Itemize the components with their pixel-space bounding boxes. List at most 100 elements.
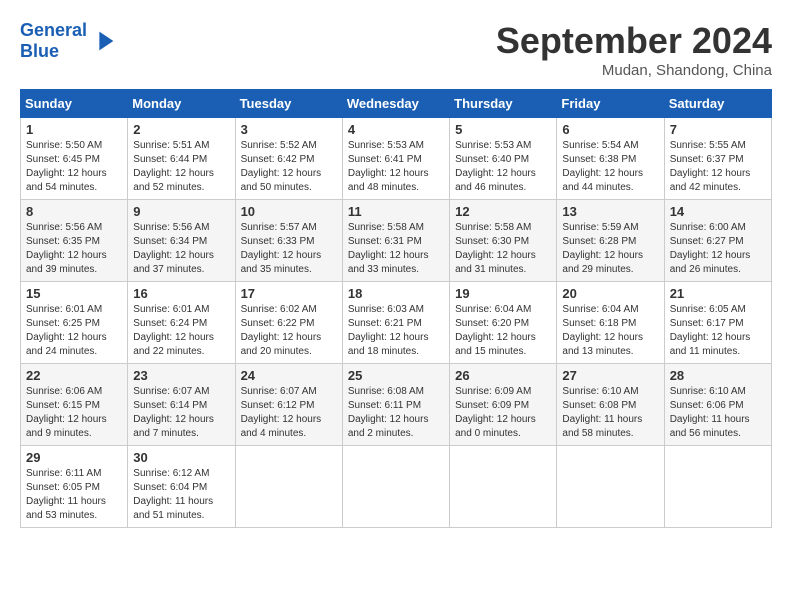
column-header-sunday: Sunday bbox=[21, 90, 128, 118]
day-detail: Sunrise: 6:01 AM Sunset: 6:25 PM Dayligh… bbox=[26, 303, 122, 359]
day-detail: Sunrise: 5:52 AM Sunset: 6:42 PM Dayligh… bbox=[241, 139, 337, 195]
day-detail: Sunrise: 6:06 AM Sunset: 6:15 PM Dayligh… bbox=[26, 385, 122, 441]
calendar-cell: 17 Sunrise: 6:02 AM Sunset: 6:22 PM Dayli… bbox=[235, 282, 342, 364]
calendar-cell: 9 Sunrise: 5:56 AM Sunset: 6:34 PM Daylig… bbox=[128, 200, 235, 282]
calendar-cell: 24 Sunrise: 6:07 AM Sunset: 6:12 PM Dayli… bbox=[235, 364, 342, 446]
calendar-cell: 12 Sunrise: 5:58 AM Sunset: 6:30 PM Dayli… bbox=[450, 200, 557, 282]
day-detail: Sunrise: 5:56 AM Sunset: 6:34 PM Dayligh… bbox=[133, 221, 229, 277]
day-number: 17 bbox=[241, 286, 337, 301]
calendar-cell: 1 Sunrise: 5:50 AM Sunset: 6:45 PM Daylig… bbox=[21, 118, 128, 200]
day-number: 27 bbox=[562, 368, 658, 383]
day-detail: Sunrise: 5:54 AM Sunset: 6:38 PM Dayligh… bbox=[562, 139, 658, 195]
day-detail: Sunrise: 5:58 AM Sunset: 6:30 PM Dayligh… bbox=[455, 221, 551, 277]
day-number: 30 bbox=[133, 450, 229, 465]
day-detail: Sunrise: 6:03 AM Sunset: 6:21 PM Dayligh… bbox=[348, 303, 444, 359]
day-number: 5 bbox=[455, 122, 551, 137]
day-number: 26 bbox=[455, 368, 551, 383]
day-detail: Sunrise: 6:07 AM Sunset: 6:12 PM Dayligh… bbox=[241, 385, 337, 441]
calendar-cell bbox=[235, 446, 342, 528]
logo-text: General Blue bbox=[20, 20, 87, 62]
day-detail: Sunrise: 6:08 AM Sunset: 6:11 PM Dayligh… bbox=[348, 385, 444, 441]
day-detail: Sunrise: 6:07 AM Sunset: 6:14 PM Dayligh… bbox=[133, 385, 229, 441]
calendar-cell: 5Sunrise: 5:53 AM Sunset: 6:40 PM Daylig… bbox=[450, 118, 557, 200]
day-number: 14 bbox=[670, 204, 766, 219]
day-number: 11 bbox=[348, 204, 444, 219]
column-header-monday: Monday bbox=[128, 90, 235, 118]
day-number: 16 bbox=[133, 286, 229, 301]
calendar-cell: 4 Sunrise: 5:53 AM Sunset: 6:41 PM Daylig… bbox=[342, 118, 449, 200]
day-number: 23 bbox=[133, 368, 229, 383]
day-number: 24 bbox=[241, 368, 337, 383]
day-number: 28 bbox=[670, 368, 766, 383]
logo-general: General bbox=[20, 20, 87, 40]
title-block: September 2024 Mudan, Shandong, China bbox=[496, 20, 772, 79]
calendar-cell: 14 Sunrise: 6:00 AM Sunset: 6:27 PM Dayli… bbox=[664, 200, 771, 282]
day-number: 19 bbox=[455, 286, 551, 301]
day-detail: Sunrise: 5:56 AM Sunset: 6:35 PM Dayligh… bbox=[26, 221, 122, 277]
calendar-cell: 15 Sunrise: 6:01 AM Sunset: 6:25 PM Dayli… bbox=[21, 282, 128, 364]
day-number: 15 bbox=[26, 286, 122, 301]
calendar-cell: 28 Sunrise: 6:10 AM Sunset: 6:06 PM Dayli… bbox=[664, 364, 771, 446]
column-header-thursday: Thursday bbox=[450, 90, 557, 118]
calendar-cell: 16 Sunrise: 6:01 AM Sunset: 6:24 PM Dayli… bbox=[128, 282, 235, 364]
calendar-cell bbox=[342, 446, 449, 528]
day-detail: Sunrise: 5:53 AM Sunset: 6:41 PM Dayligh… bbox=[348, 139, 444, 195]
day-detail: Sunrise: 5:58 AM Sunset: 6:31 PM Dayligh… bbox=[348, 221, 444, 277]
calendar-cell: 26 Sunrise: 6:09 AM Sunset: 6:09 PM Dayli… bbox=[450, 364, 557, 446]
day-number: 21 bbox=[670, 286, 766, 301]
logo: General Blue bbox=[20, 20, 118, 62]
calendar-cell: 18 Sunrise: 6:03 AM Sunset: 6:21 PM Dayli… bbox=[342, 282, 449, 364]
day-detail: Sunrise: 5:55 AM Sunset: 6:37 PM Dayligh… bbox=[670, 139, 766, 195]
day-detail: Sunrise: 6:02 AM Sunset: 6:22 PM Dayligh… bbox=[241, 303, 337, 359]
day-number: 22 bbox=[26, 368, 122, 383]
calendar-cell: 10 Sunrise: 5:57 AM Sunset: 6:33 PM Dayli… bbox=[235, 200, 342, 282]
calendar-cell: 30 Sunrise: 6:12 AM Sunset: 6:04 PM Dayli… bbox=[128, 446, 235, 528]
day-number: 8 bbox=[26, 204, 122, 219]
calendar-cell: 19 Sunrise: 6:04 AM Sunset: 6:20 PM Dayli… bbox=[450, 282, 557, 364]
day-number: 25 bbox=[348, 368, 444, 383]
column-header-friday: Friday bbox=[557, 90, 664, 118]
calendar-cell: 25 Sunrise: 6:08 AM Sunset: 6:11 PM Dayli… bbox=[342, 364, 449, 446]
calendar-cell: 27 Sunrise: 6:10 AM Sunset: 6:08 PM Dayli… bbox=[557, 364, 664, 446]
day-detail: Sunrise: 6:01 AM Sunset: 6:24 PM Dayligh… bbox=[133, 303, 229, 359]
day-number: 9 bbox=[133, 204, 229, 219]
calendar-cell: 20Sunrise: 6:04 AM Sunset: 6:18 PM Dayli… bbox=[557, 282, 664, 364]
month-title: September 2024 bbox=[496, 20, 772, 62]
day-detail: Sunrise: 6:10 AM Sunset: 6:08 PM Dayligh… bbox=[562, 385, 658, 441]
day-number: 18 bbox=[348, 286, 444, 301]
day-number: 20 bbox=[562, 286, 658, 301]
day-detail: Sunrise: 6:10 AM Sunset: 6:06 PM Dayligh… bbox=[670, 385, 766, 441]
day-detail: Sunrise: 6:05 AM Sunset: 6:17 PM Dayligh… bbox=[670, 303, 766, 359]
day-detail: Sunrise: 5:59 AM Sunset: 6:28 PM Dayligh… bbox=[562, 221, 658, 277]
calendar-cell: 21 Sunrise: 6:05 AM Sunset: 6:17 PM Dayli… bbox=[664, 282, 771, 364]
calendar-cell: 3 Sunrise: 5:52 AM Sunset: 6:42 PM Daylig… bbox=[235, 118, 342, 200]
column-header-wednesday: Wednesday bbox=[342, 90, 449, 118]
day-number: 10 bbox=[241, 204, 337, 219]
day-detail: Sunrise: 5:50 AM Sunset: 6:45 PM Dayligh… bbox=[26, 139, 122, 195]
day-detail: Sunrise: 6:09 AM Sunset: 6:09 PM Dayligh… bbox=[455, 385, 551, 441]
day-number: 2 bbox=[133, 122, 229, 137]
calendar-cell bbox=[557, 446, 664, 528]
day-number: 3 bbox=[241, 122, 337, 137]
day-number: 29 bbox=[26, 450, 122, 465]
day-detail: Sunrise: 6:11 AM Sunset: 6:05 PM Dayligh… bbox=[26, 467, 122, 523]
calendar-table: SundayMondayTuesdayWednesdayThursdayFrid… bbox=[20, 89, 772, 528]
day-number: 12 bbox=[455, 204, 551, 219]
calendar-cell bbox=[450, 446, 557, 528]
day-number: 4 bbox=[348, 122, 444, 137]
calendar-cell: 13 Sunrise: 5:59 AM Sunset: 6:28 PM Dayli… bbox=[557, 200, 664, 282]
calendar-cell: 6 Sunrise: 5:54 AM Sunset: 6:38 PM Daylig… bbox=[557, 118, 664, 200]
column-header-tuesday: Tuesday bbox=[235, 90, 342, 118]
day-number: 13 bbox=[562, 204, 658, 219]
day-number: 6 bbox=[562, 122, 658, 137]
calendar-cell: 23 Sunrise: 6:07 AM Sunset: 6:14 PM Dayli… bbox=[128, 364, 235, 446]
day-number: 1 bbox=[26, 122, 122, 137]
day-detail: Sunrise: 6:04 AM Sunset: 6:20 PM Dayligh… bbox=[455, 303, 551, 359]
column-header-saturday: Saturday bbox=[664, 90, 771, 118]
calendar-cell: 8 Sunrise: 5:56 AM Sunset: 6:35 PM Daylig… bbox=[21, 200, 128, 282]
page-header: General Blue September 2024 Mudan, Shand… bbox=[20, 20, 772, 79]
day-detail: Sunrise: 5:57 AM Sunset: 6:33 PM Dayligh… bbox=[241, 221, 337, 277]
day-detail: Sunrise: 6:12 AM Sunset: 6:04 PM Dayligh… bbox=[133, 467, 229, 523]
calendar-cell: 22 Sunrise: 6:06 AM Sunset: 6:15 PM Dayli… bbox=[21, 364, 128, 446]
day-detail: Sunrise: 6:00 AM Sunset: 6:27 PM Dayligh… bbox=[670, 221, 766, 277]
